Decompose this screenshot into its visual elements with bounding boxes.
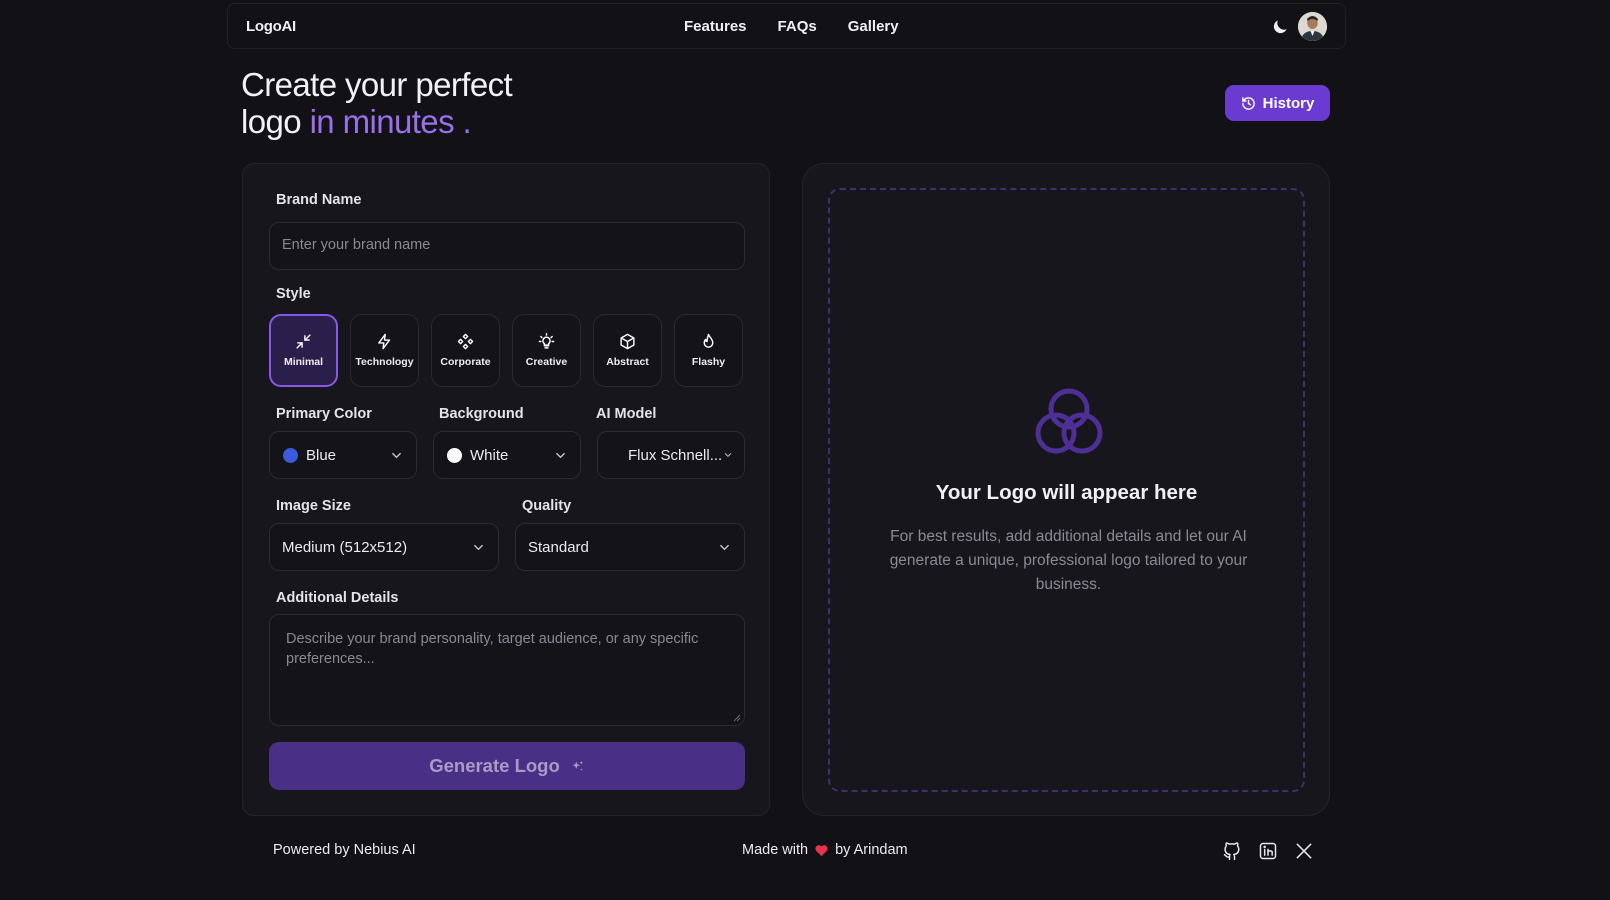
ai-model-select[interactable]: Flux Schnell... xyxy=(597,431,745,479)
history-label: History xyxy=(1262,94,1315,112)
author-label: by Arindam xyxy=(835,842,908,858)
preview-title: Your Logo will appear here xyxy=(935,481,1198,504)
quality-label: Quality xyxy=(522,498,572,514)
sparkles-icon xyxy=(572,760,583,771)
cube-icon xyxy=(620,333,635,350)
background-select[interactable]: White xyxy=(433,431,581,479)
additional-details-placeholder: Describe your brand personality, target … xyxy=(286,631,699,667)
style-option-label: Abstract xyxy=(606,356,649,368)
logo-form-panel: Brand Name Enter your brand name Style M… xyxy=(242,163,770,816)
nav-link-gallery[interactable]: Gallery xyxy=(848,18,899,35)
primary-color-value: Blue xyxy=(306,446,337,464)
overlapping-circles-icon xyxy=(1035,388,1103,454)
style-option-label: Minimal xyxy=(283,356,324,368)
background-label: Background xyxy=(439,406,524,422)
ai-model-label: AI Model xyxy=(596,406,657,422)
nav-links: Features FAQs Gallery xyxy=(684,18,899,35)
history-button[interactable]: History xyxy=(1225,85,1330,121)
image-size-value: Medium (512x512) xyxy=(282,538,408,556)
nav-link-features[interactable]: Features xyxy=(684,18,747,35)
page-title: Create your perfect logo in minutes . xyxy=(241,66,513,140)
lightning-icon xyxy=(378,333,391,350)
title-accent: in minutes . xyxy=(309,103,472,140)
style-option-label: Corporate xyxy=(440,356,491,368)
preview-description: For best results, add additional details… xyxy=(889,528,1248,593)
x-icon[interactable] xyxy=(1294,841,1314,861)
logo-preview-panel: Your Logo will appear here For best resu… xyxy=(802,163,1330,816)
preview-dropzone: Your Logo will appear here For best resu… xyxy=(828,188,1305,792)
style-option-technology[interactable]: Technology xyxy=(350,314,419,387)
chevron-down-icon xyxy=(724,453,732,458)
user-avatar[interactable] xyxy=(1298,12,1327,41)
white-swatch xyxy=(447,447,462,463)
style-label: Style xyxy=(276,286,311,302)
chevron-down-icon xyxy=(392,452,401,459)
history-icon xyxy=(1241,96,1255,110)
generate-logo-button[interactable]: Generate Logo xyxy=(269,742,745,790)
primary-color-label: Primary Color xyxy=(276,406,372,422)
title-line-1: Create your perfect xyxy=(241,66,513,103)
background-value: White xyxy=(470,446,509,464)
ai-model-value: Flux Schnell... xyxy=(628,446,723,464)
diamonds-icon xyxy=(457,333,474,350)
brand-name-placeholder: Enter your brand name xyxy=(282,237,431,253)
style-option-label: Technology xyxy=(355,356,414,368)
style-option-flashy[interactable]: Flashy xyxy=(674,314,743,387)
style-option-label: Creative xyxy=(525,356,568,368)
moon-icon[interactable] xyxy=(1270,17,1290,37)
minimize-icon xyxy=(296,334,311,349)
additional-details-textarea[interactable]: Describe your brand personality, target … xyxy=(269,614,745,726)
style-option-corporate[interactable]: Corporate xyxy=(431,314,500,387)
nav-link-faqs[interactable]: FAQs xyxy=(778,18,817,35)
github-icon[interactable] xyxy=(1222,841,1242,861)
style-option-minimal[interactable]: Minimal xyxy=(269,314,338,387)
brand-name-label: Brand Name xyxy=(276,192,362,208)
linkedin-icon[interactable] xyxy=(1258,841,1278,861)
image-size-select[interactable]: Medium (512x512) xyxy=(269,523,499,571)
brand-name-input[interactable]: Enter your brand name xyxy=(269,222,745,270)
title-plain: logo xyxy=(241,103,310,140)
top-navbar: LogoAI Features FAQs Gallery xyxy=(227,3,1346,49)
primary-color-select[interactable]: Blue xyxy=(269,431,417,479)
chevron-down-icon xyxy=(556,452,565,459)
additional-details-label: Additional Details xyxy=(276,590,399,606)
lightbulb-icon xyxy=(538,333,555,349)
image-size-label: Image Size xyxy=(276,498,351,514)
quality-value: Standard xyxy=(528,538,589,556)
made-with-text: Made with by Arindam xyxy=(742,842,908,858)
chevron-down-icon xyxy=(720,544,729,551)
title-line-2: logo in minutes . xyxy=(241,103,512,140)
brand-logo[interactable]: LogoAI xyxy=(246,18,296,35)
chevron-down-icon xyxy=(474,544,483,551)
generate-logo-label: Generate Logo xyxy=(429,755,560,776)
style-option-label: Flashy xyxy=(691,356,726,368)
blue-swatch xyxy=(283,447,298,463)
heart-icon xyxy=(815,844,828,856)
flame-icon xyxy=(703,333,714,348)
quality-select[interactable]: Standard xyxy=(515,523,745,571)
resize-handle-icon[interactable] xyxy=(733,714,741,722)
powered-by-text: Powered by Nebius AI xyxy=(273,842,416,858)
made-with-label: Made with xyxy=(742,842,809,858)
style-option-creative[interactable]: Creative xyxy=(512,314,581,387)
style-option-abstract[interactable]: Abstract xyxy=(593,314,662,387)
